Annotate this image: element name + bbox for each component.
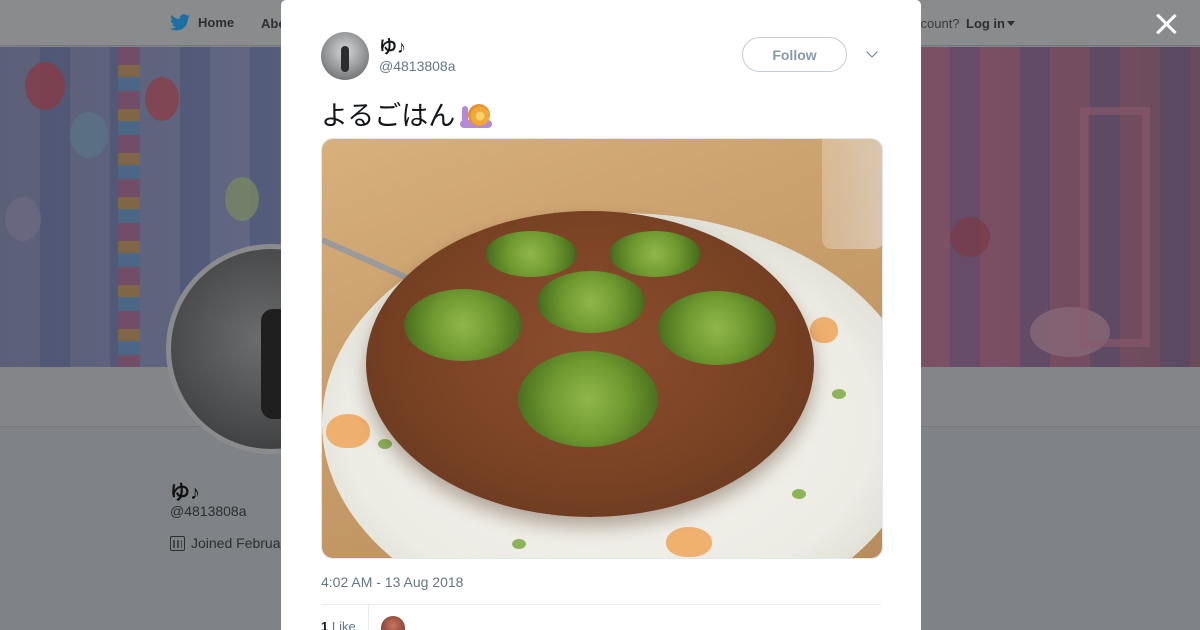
divider [321,604,881,605]
chevron-down-icon[interactable] [865,47,881,61]
likes-separator [368,605,369,630]
close-modal-button[interactable] [1154,12,1178,36]
nav-home-label: Home [198,15,235,30]
snail-icon [459,98,493,130]
nav-home-link[interactable]: Home [170,14,234,31]
author-name[interactable]: ゆ♪ [379,33,406,59]
profile-name: ゆ♪ [170,482,200,504]
login-label: Log in [966,16,1005,31]
photo-glass [822,139,882,249]
like-count[interactable]: 1 Like [321,619,356,630]
author-avatar-figure [341,46,349,72]
like-count-value: 1 [321,619,329,630]
login-dropdown[interactable]: Log in [966,16,1015,31]
joined-label: Joined Februa [191,535,281,551]
author-handle[interactable]: @4813808a [379,58,456,74]
profile-joined-date: Joined Februa [170,535,281,551]
twitter-bird-icon [170,14,190,31]
tweet-text: よるごはん [321,94,493,133]
liker-avatar[interactable] [381,616,405,630]
tweet-timestamp[interactable]: 4:02 AM - 13 Aug 2018 [321,574,463,590]
tweet-modal: ゆ♪ @4813808a Follow よるごはん 4:02 AM - 13 A… [281,0,921,630]
calendar-icon [170,535,185,551]
profile-handle: @4813808a [170,503,247,519]
tweet-text-content: よるごはん [321,101,456,131]
like-label: Like [331,619,356,630]
author-avatar[interactable] [321,32,369,80]
caret-down-icon [1007,21,1015,26]
follow-button[interactable]: Follow [742,37,847,72]
tweet-photo[interactable] [321,138,883,559]
